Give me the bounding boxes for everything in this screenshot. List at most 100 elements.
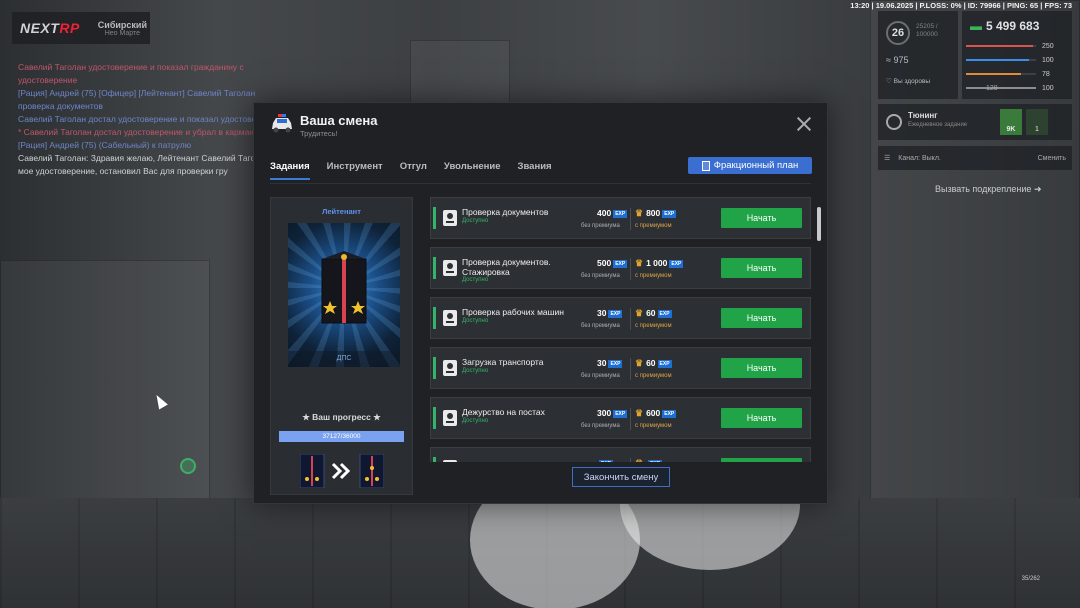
task-row: EXP♛EXPбез премиумас премиумомНачать — [430, 447, 811, 462]
task-name: Проверка документов. Стажировка — [462, 257, 551, 277]
divider — [630, 258, 631, 280]
stat-bar: 250 — [966, 41, 1068, 51]
task-exp-value: 30 — [597, 358, 607, 368]
no-premium-label: без премиума — [581, 423, 620, 429]
start-button[interactable]: Начать — [721, 308, 802, 328]
task-accent — [433, 307, 436, 329]
police-car-icon — [443, 310, 457, 326]
tab-0[interactable]: Задания — [270, 161, 310, 180]
map-marker-icon — [180, 458, 196, 474]
ammo-counter: 35/262 — [1021, 576, 1040, 582]
task-status: Доступно — [462, 368, 489, 374]
tuning-sub: Ежедневное задание — [908, 122, 968, 128]
task-exp: 30 EXP — [597, 358, 623, 368]
exp-tag: EXP — [613, 209, 628, 218]
heart-icon: ♡ — [886, 78, 892, 85]
server-sub: Нео Марте — [104, 29, 141, 37]
channel-change: Сменить — [1037, 154, 1066, 162]
start-button[interactable]: Начать — [721, 208, 802, 228]
premium-label: с премиумом — [635, 373, 672, 379]
exp-tag: EXP — [662, 409, 677, 418]
document-icon — [443, 210, 457, 226]
tab-4[interactable]: Звания — [518, 161, 552, 180]
exp-tag: EXP — [657, 359, 672, 368]
task-icon — [443, 460, 457, 462]
tab-1[interactable]: Инструмент — [327, 161, 383, 180]
task-status: Доступно — [462, 277, 489, 283]
task-exp-premium-value: 1 000 — [646, 258, 668, 268]
divider — [630, 458, 631, 462]
tab-2[interactable]: Отгул — [400, 161, 427, 180]
money-value: 5 499 683 — [986, 19, 1040, 33]
rank-unit: ДПС — [288, 351, 400, 367]
task-row: Загрузка транспорта Доступно 30 EXP ♛ 60 EXP бе… — [430, 347, 811, 389]
task-accent — [433, 207, 436, 229]
daily-task-panel[interactable]: Тюнинг Ежедневное задание 9K 1 — [878, 104, 1072, 140]
status-line: 13:20 | 19.06.2025 | P.LOSS: 0% | ID: 79… — [850, 1, 1072, 10]
exp-tag: EXP — [662, 209, 677, 218]
server-name: Сибирский — [97, 19, 147, 30]
task-accent — [433, 457, 436, 462]
call-backup-label: Вызвать подкрепление — [935, 184, 1032, 194]
bar-value: 100 — [1042, 56, 1054, 64]
level-badge: 26 — [886, 21, 910, 45]
task-exp-value: 300 — [597, 408, 612, 418]
modal-title: Ваша смена — [300, 113, 378, 128]
bar-track — [966, 59, 1036, 61]
divider — [270, 183, 811, 184]
rank-name: Лейтенант — [322, 207, 361, 216]
task-exp: 300 EXP — [597, 408, 628, 418]
scrollbar[interactable] — [817, 207, 821, 241]
bar-fill — [966, 73, 1021, 75]
chat-log: Савелий Таголан удостоверение и показал … — [18, 62, 288, 179]
call-backup: Вызвать подкрепление ➜ — [935, 184, 1041, 195]
premium-label: с премиумом — [635, 273, 672, 279]
chat-line: удостоверение — [18, 75, 78, 85]
task-exp-premium: ♛ EXP — [635, 458, 663, 462]
crown-icon: ♛ — [635, 458, 643, 462]
modal-subtitle: Трудитесь! — [300, 129, 338, 138]
premium-label: с премиумом — [635, 423, 672, 429]
start-button[interactable]: Начать — [721, 258, 802, 278]
task-exp-premium-value: 600 — [646, 408, 661, 418]
faction-plan-button[interactable]: Фракционный план — [688, 157, 812, 174]
ammo-row: 128 — [966, 83, 1068, 93]
logo-text: NEXT — [20, 20, 60, 36]
stat-row: ≈ 975 — [886, 55, 909, 65]
task-exp: EXP — [597, 458, 614, 462]
task-row: Проверка документов. Стажировка Доступно 5… — [430, 247, 811, 289]
task-accent — [433, 357, 436, 379]
task-exp: 400 EXP — [597, 208, 628, 218]
crown-icon: ♛ — [635, 358, 644, 368]
chat-line: [Рация] Андрей (75) [Офицер] [Лейтенант]… — [18, 88, 256, 98]
progress-title: ★ Ваш прогресс ★ — [302, 412, 381, 422]
finish-shift-button[interactable]: Закончить смену — [572, 467, 670, 487]
reward-cash: 9K — [1000, 109, 1022, 135]
close-icon[interactable] — [797, 117, 811, 131]
guard-post-icon — [443, 410, 457, 426]
chat-line: проверка документов — [18, 101, 103, 111]
hud-stats-panel: ▬ 5 499 683 250 100 78 100 128 — [962, 11, 1072, 99]
task-exp-premium-value: 60 — [646, 358, 656, 368]
divider — [630, 308, 631, 330]
police-car-icon — [272, 114, 292, 133]
server-info: Сибирский Нео Марте — [98, 20, 147, 37]
loading-icon — [443, 360, 457, 376]
start-button[interactable]: Начать — [721, 358, 802, 378]
progress-bar: 37127/36000 — [279, 431, 404, 442]
rank-upgrade-icon — [300, 454, 384, 488]
bar-fill — [966, 45, 1033, 47]
level-exp: 25205 / 100000 — [916, 23, 938, 38]
crown-icon: ♛ — [635, 258, 644, 268]
start-button[interactable]: Начать — [721, 458, 802, 462]
tab-3[interactable]: Увольнение — [444, 161, 501, 180]
task-exp: 500 EXP — [597, 258, 628, 268]
crown-icon: ♛ — [635, 408, 644, 418]
divider — [630, 208, 631, 230]
cash-icon: ▬ — [970, 19, 982, 33]
divider — [630, 408, 631, 430]
task-name: Дежурство на постах — [462, 407, 545, 417]
document-icon — [701, 160, 710, 171]
start-button[interactable]: Начать — [721, 408, 802, 428]
chat-line: * Савелий Таголан достал удостоверение и… — [18, 127, 254, 137]
